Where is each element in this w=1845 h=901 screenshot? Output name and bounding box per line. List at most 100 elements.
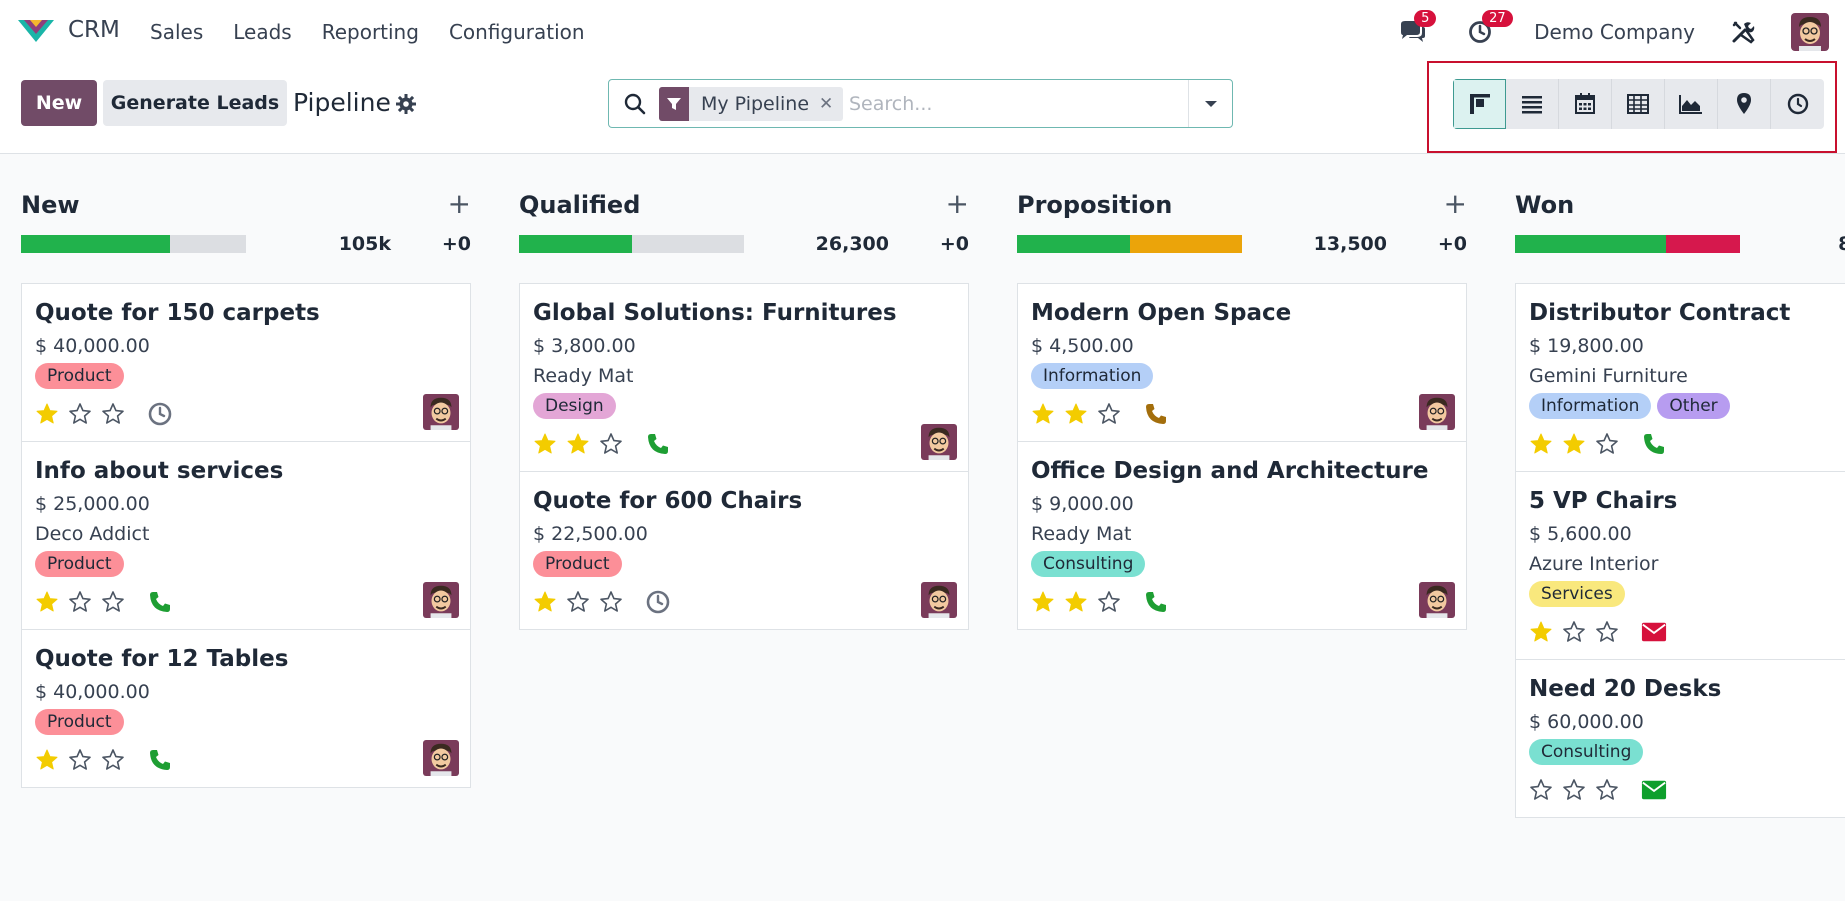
menu-reporting[interactable]: Reporting [322,20,419,44]
activity-button[interactable] [1641,431,1667,457]
star-filled-icon[interactable] [566,432,590,456]
star-filled-icon[interactable] [533,432,557,456]
star-empty-icon[interactable] [1595,620,1619,644]
star-empty-icon[interactable] [101,590,125,614]
star-empty-icon[interactable] [566,590,590,614]
activity-button[interactable] [645,589,671,615]
star-filled-icon[interactable] [35,590,59,614]
star-empty-icon[interactable] [1595,778,1619,802]
progress-segment[interactable] [1129,235,1242,253]
kanban-card[interactable]: Distributor Contract $ 19,800.00 Gemini Fu… [1516,284,1845,472]
assignee-avatar[interactable] [423,394,459,430]
assignee-avatar[interactable] [921,424,957,460]
generate-leads-button[interactable]: Generate Leads [103,80,287,126]
assignee-avatar[interactable] [423,740,459,776]
quick-create-button[interactable]: + [448,190,471,218]
star-filled-icon[interactable] [1529,432,1553,456]
star-empty-icon[interactable] [1595,432,1619,456]
activity-button[interactable] [1641,619,1667,645]
company-switcher[interactable]: Demo Company [1534,20,1695,44]
debug-tools-button[interactable] [1723,12,1763,52]
graph-view-button[interactable] [1665,79,1718,129]
kanban-card[interactable]: Info about services $ 25,000.00 Deco Addic… [22,442,470,630]
menu-configuration[interactable]: Configuration [449,20,585,44]
star-filled-icon[interactable] [1064,590,1088,614]
quick-create-button[interactable]: + [946,190,969,218]
activity-button[interactable] [147,401,173,427]
search-options-toggle[interactable] [1188,80,1232,127]
column-progress-bar[interactable] [1515,235,1740,253]
activity-button[interactable] [147,747,173,773]
star-empty-icon[interactable] [1529,778,1553,802]
new-button[interactable]: New [21,80,97,126]
star-empty-icon[interactable] [599,432,623,456]
activity-button[interactable] [645,431,671,457]
activities-button[interactable]: 27 [1460,10,1513,52]
star-filled-icon[interactable] [533,590,557,614]
activity-view-button[interactable] [1771,79,1824,129]
kanban-card[interactable]: Quote for 12 Tables $ 40,000.00 Product [22,630,470,787]
star-empty-icon[interactable] [1562,778,1586,802]
user-avatar[interactable] [1791,13,1829,51]
activity-button[interactable] [147,589,173,615]
star-empty-icon[interactable] [1562,620,1586,644]
kanban-card[interactable]: Quote for 600 Chairs $ 22,500.00 Product [520,472,968,629]
kanban-card[interactable]: Quote for 150 carpets $ 40,000.00 Product [22,284,470,442]
star-empty-icon[interactable] [599,590,623,614]
star-empty-icon[interactable] [68,402,92,426]
column-progress-bar[interactable] [1017,235,1242,253]
activity-button[interactable] [1641,777,1667,803]
menu-leads[interactable]: Leads [233,20,291,44]
menu-sales[interactable]: Sales [150,20,203,44]
star-empty-icon[interactable] [1097,402,1121,426]
assignee-avatar[interactable] [423,582,459,618]
kanban-view-button[interactable] [1453,79,1506,129]
kanban-card[interactable]: Global Solutions: Furnitures $ 3,800.00 Re… [520,284,968,472]
column-title[interactable]: Qualified [519,191,640,219]
app-brand[interactable]: CRM [16,16,120,44]
map-view-button[interactable] [1718,79,1771,129]
progress-segment[interactable] [1515,235,1666,253]
star-empty-icon[interactable] [68,748,92,772]
assignee-avatar[interactable] [1419,394,1455,430]
star-filled-icon[interactable] [1064,402,1088,426]
search-input[interactable] [849,90,1189,118]
calendar-view-button[interactable] [1559,79,1612,129]
column-progress-bar[interactable] [21,235,246,253]
quick-create-button[interactable]: + [1444,190,1467,218]
progress-segment[interactable] [519,235,632,253]
activity-button[interactable] [1143,589,1169,615]
star-filled-icon[interactable] [1562,432,1586,456]
star-empty-icon[interactable] [1097,590,1121,614]
progress-segment[interactable] [21,235,170,253]
star-empty-icon[interactable] [68,590,92,614]
star-filled-icon[interactable] [1031,402,1055,426]
column-title[interactable]: New [21,191,80,219]
page-title: Pipeline [293,88,391,117]
activity-button[interactable] [1143,401,1169,427]
kanban-card[interactable]: Office Design and Architecture $ 9,000.00… [1018,442,1466,629]
list-view-button[interactable] [1506,79,1559,129]
remove-facet-icon[interactable]: ✕ [819,94,843,114]
gear-icon[interactable] [396,94,416,114]
kanban-card[interactable]: Need 20 Desks $ 60,000.00 Consulting [1516,660,1845,817]
column-progress-bar[interactable] [519,235,744,253]
search-icon[interactable] [623,92,647,116]
assignee-avatar[interactable] [921,582,957,618]
star-filled-icon[interactable] [35,748,59,772]
kanban-card[interactable]: 5 VP Chairs $ 5,600.00 Azure Interior Servi… [1516,472,1845,660]
progress-segment[interactable] [1665,235,1740,253]
star-empty-icon[interactable] [101,748,125,772]
kanban-card[interactable]: Modern Open Space $ 4,500.00 Information [1018,284,1466,442]
column-title[interactable]: Proposition [1017,191,1172,219]
star-filled-icon[interactable] [1031,590,1055,614]
progress-segment[interactable] [1017,235,1130,253]
star-empty-icon[interactable] [101,402,125,426]
assignee-avatar[interactable] [1419,582,1455,618]
column-title[interactable]: Won [1515,191,1574,219]
card-title: Quote for 150 carpets [35,300,320,326]
messages-button[interactable]: 5 [1392,10,1437,52]
pivot-view-button[interactable] [1612,79,1665,129]
star-filled-icon[interactable] [1529,620,1553,644]
star-filled-icon[interactable] [35,402,59,426]
